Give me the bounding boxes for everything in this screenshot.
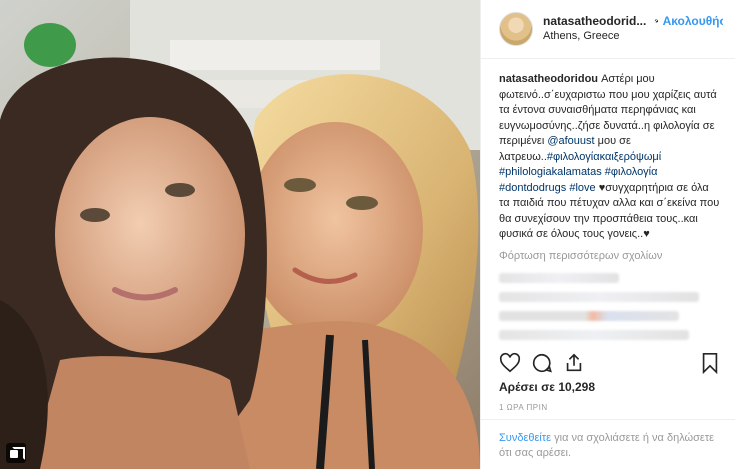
header-text: natasatheodorid... • Ακολουθήστε Athens,…	[543, 14, 723, 44]
hashtag-link[interactable]: #philologiakalamatas	[499, 166, 602, 178]
post-header: natasatheodorid... • Ακολουθήστε Athens,…	[481, 0, 735, 59]
instagram-post: natasatheodorid... • Ακολουθήστε Athens,…	[0, 0, 735, 469]
caption: natasatheodoridou Αστέρι μου φωτεινό..σ΄…	[481, 59, 735, 340]
follow-button[interactable]: Ακολουθήστε	[663, 14, 723, 29]
username-link[interactable]: natasatheodorid...	[543, 14, 646, 29]
hashtag-link[interactable]: #φιλολογίακαιξερόψωμί	[547, 151, 661, 163]
load-more-comments-link[interactable]: Φόρτωση περισσότερων σχολίων	[499, 249, 721, 265]
blurred-comment	[499, 330, 689, 340]
blurred-comment	[499, 292, 699, 302]
post-timestamp[interactable]: 1 ΩΡΑ ΠΡΙΝ	[499, 403, 548, 412]
blurred-comment	[499, 311, 679, 321]
caption-username[interactable]: natasatheodoridou	[499, 73, 598, 85]
carousel-icon	[6, 443, 26, 463]
action-bar	[499, 352, 721, 374]
share-icon[interactable]	[563, 352, 585, 374]
location-link[interactable]: Athens, Greece	[543, 29, 723, 44]
post-sidebar: natasatheodorid... • Ακολουθήστε Athens,…	[480, 0, 735, 469]
hashtag-link[interactable]: #φιλολογία	[605, 166, 658, 178]
hashtag-link[interactable]: #dontdodrugs	[499, 182, 566, 194]
selfie-image	[0, 0, 480, 469]
post-photo[interactable]	[0, 0, 480, 469]
bookmark-icon[interactable]	[699, 352, 721, 374]
mention-link[interactable]: @afouust	[547, 135, 594, 147]
comment-login-prompt: Συνδεθείτε για να σχολιάσετε ή να δηλώσε…	[481, 419, 735, 469]
hashtag-link[interactable]: #love	[569, 182, 595, 194]
heart-icon[interactable]	[499, 352, 521, 374]
avatar[interactable]	[499, 12, 533, 46]
like-count[interactable]: Αρέσει σε 10,298	[499, 380, 595, 394]
comment-icon[interactable]	[531, 352, 553, 374]
blurred-comment	[499, 273, 619, 283]
login-link[interactable]: Συνδεθείτε	[499, 432, 551, 444]
